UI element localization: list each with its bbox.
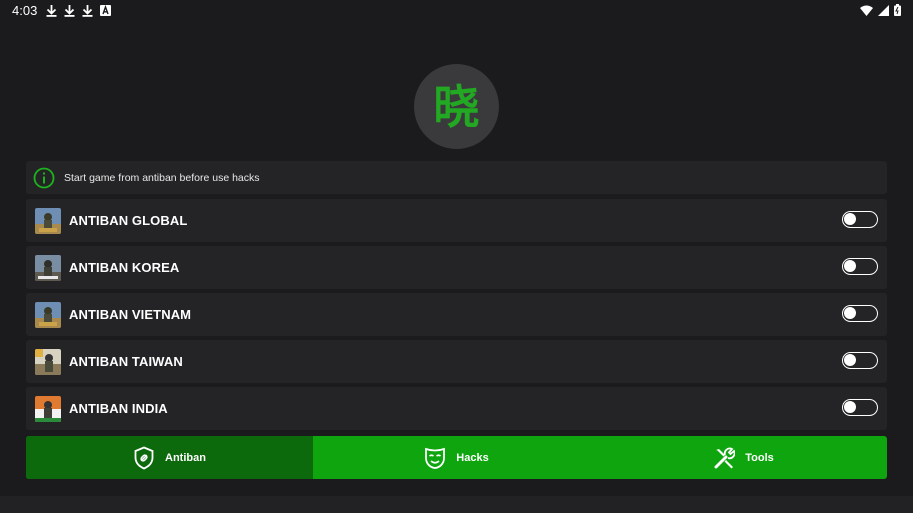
download-icon	[82, 5, 93, 17]
pubg-taiwan-icon	[35, 348, 61, 375]
logo-glyph: 晓	[433, 79, 480, 134]
tools-icon	[714, 447, 736, 468]
toggle-knob	[844, 354, 856, 366]
toggle-knob	[844, 213, 856, 225]
antiban-row-vietnam[interactable]: ANTIBAN VIETNAM	[26, 293, 887, 336]
antiban-toggle[interactable]	[842, 211, 878, 228]
nav-label: Antiban	[165, 451, 206, 464]
pubg-vietnam-icon	[35, 301, 61, 328]
pubg-korea-icon	[35, 254, 61, 281]
nav-label: Tools	[745, 451, 774, 464]
antiban-label: ANTIBAN VIETNAM	[69, 307, 192, 322]
mask-icon	[425, 447, 446, 469]
font-icon	[100, 5, 111, 16]
download-icon	[46, 5, 57, 17]
info-banner: Start game from antiban before use hacks	[26, 161, 887, 194]
pubg-india-icon	[35, 395, 61, 422]
toggle-knob	[844, 401, 856, 413]
nav-tab-tools[interactable]: Tools	[600, 436, 887, 479]
notification-icons	[46, 5, 111, 17]
download-icon	[64, 5, 75, 17]
antiban-label: ANTIBAN TAIWAN	[69, 354, 183, 369]
antiban-row-taiwan[interactable]: ANTIBAN TAIWAN	[26, 340, 887, 383]
status-time: 4:03	[12, 3, 38, 18]
info-icon	[33, 167, 55, 188]
info-text: Start game from antiban before use hacks	[64, 171, 260, 184]
antiban-label: ANTIBAN GLOBAL	[69, 213, 188, 228]
antiban-label: ANTIBAN INDIA	[69, 401, 168, 416]
system-nav-area	[0, 496, 913, 513]
antiban-row-global[interactable]: ANTIBAN GLOBAL	[26, 199, 887, 242]
status-bar: 4:03	[0, 0, 913, 22]
pubg-global-icon	[35, 207, 61, 234]
antiban-toggle[interactable]	[842, 399, 878, 416]
bottom-nav: Antiban Hacks Tools	[26, 436, 887, 479]
antiban-row-india[interactable]: ANTIBAN INDIA	[26, 387, 887, 430]
nav-tab-hacks[interactable]: Hacks	[313, 436, 600, 479]
toggle-knob	[844, 260, 856, 272]
antiban-toggle[interactable]	[842, 305, 878, 322]
battery-icon	[894, 4, 901, 16]
antiban-row-korea[interactable]: ANTIBAN KOREA	[26, 246, 887, 289]
toggle-knob	[844, 307, 856, 319]
wifi-icon	[860, 5, 873, 16]
nav-tab-antiban[interactable]: Antiban	[26, 436, 313, 479]
app-logo: 晓	[414, 64, 499, 149]
system-icons	[860, 4, 901, 16]
nav-label: Hacks	[456, 451, 489, 464]
shield-link-icon	[134, 446, 154, 469]
antiban-toggle[interactable]	[842, 258, 878, 275]
signal-icon	[878, 4, 889, 16]
antiban-label: ANTIBAN KOREA	[69, 260, 180, 275]
antiban-toggle[interactable]	[842, 352, 878, 369]
